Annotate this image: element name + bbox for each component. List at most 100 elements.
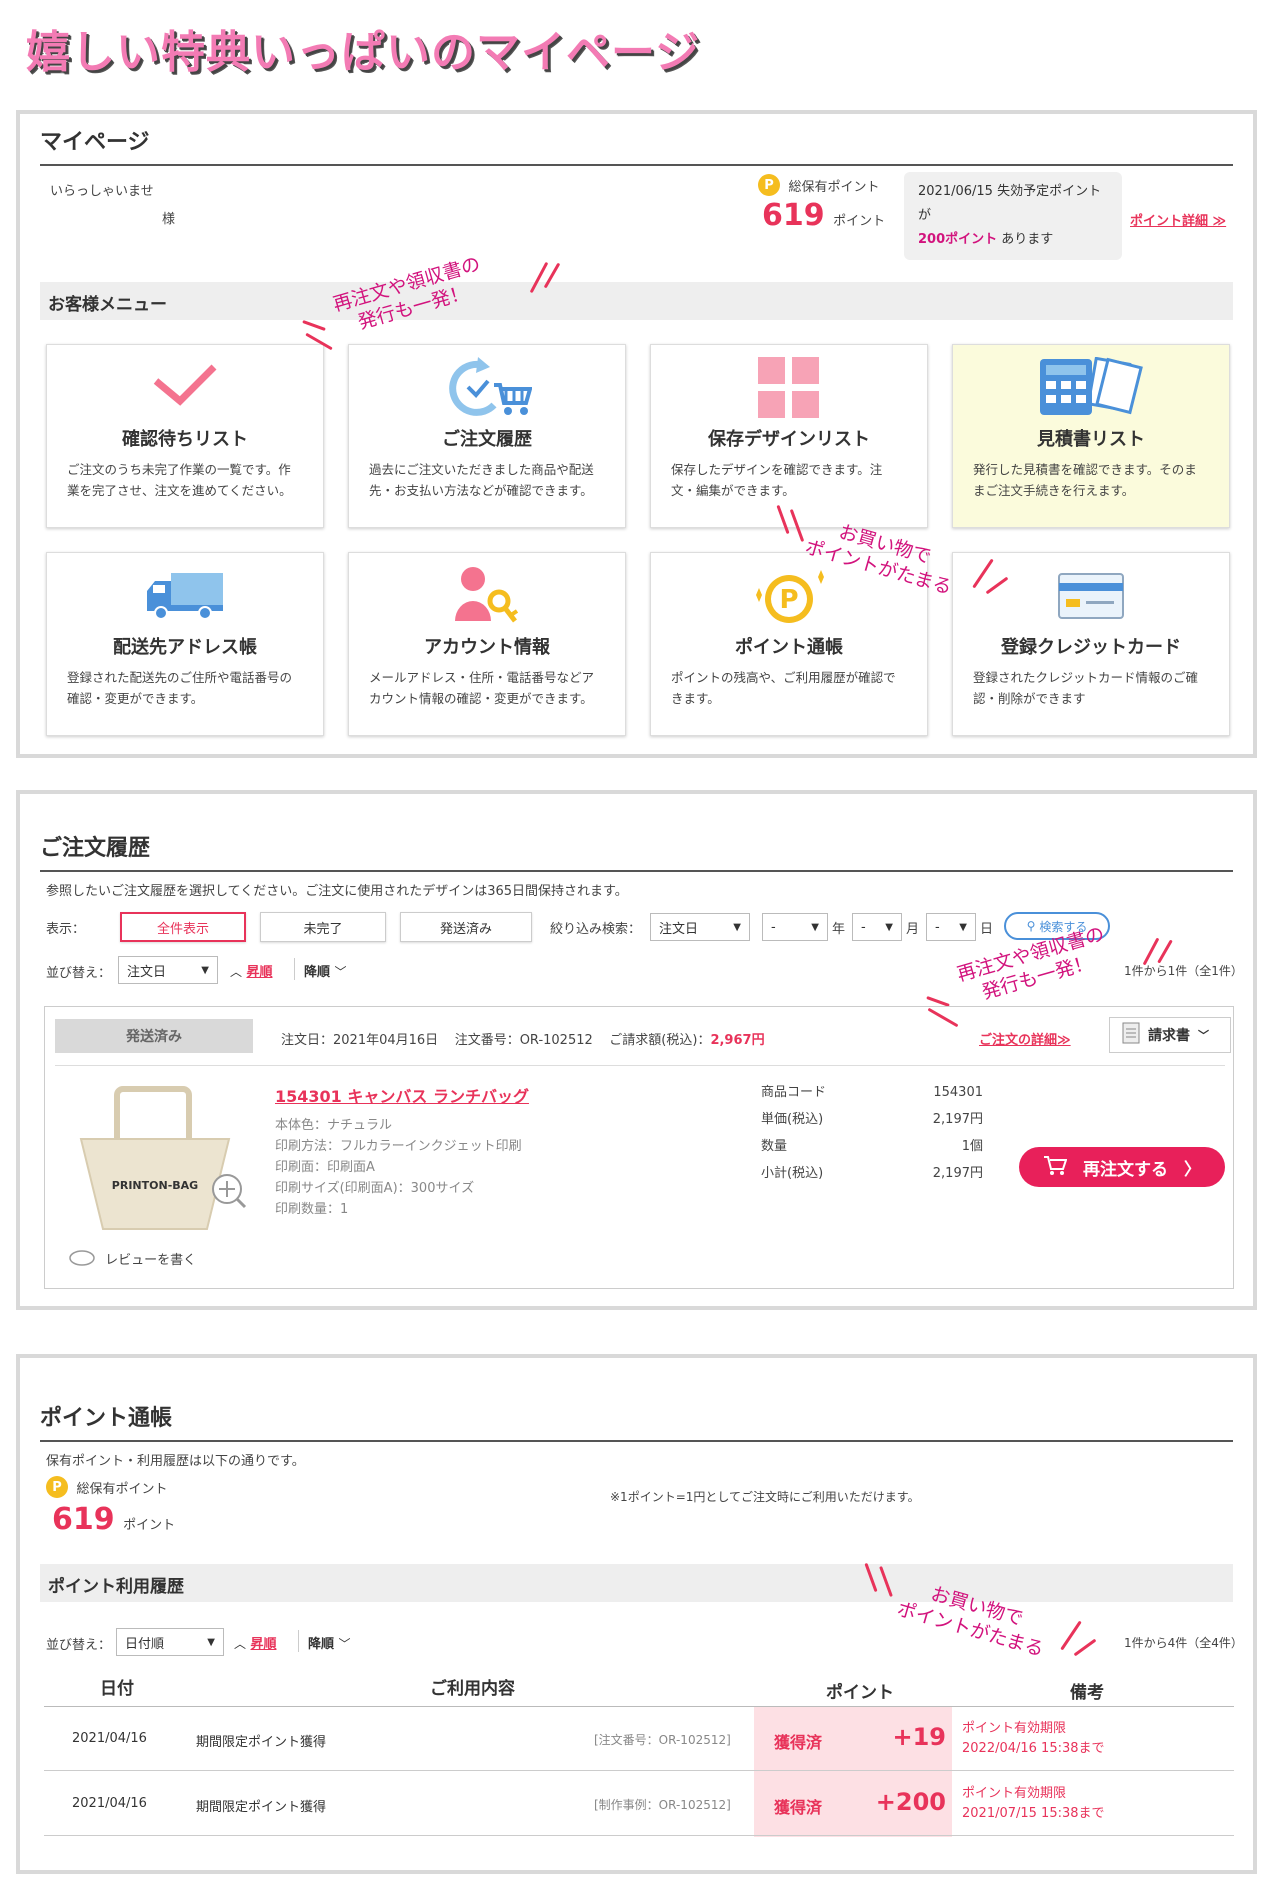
sort-select[interactable]: 注文日 ▼ — [118, 956, 218, 984]
chevron-down-icon: ﹀ — [1198, 1029, 1209, 1042]
person-key-icon — [455, 565, 519, 629]
point-coin-icon: P — [744, 565, 834, 631]
cart-icon — [1043, 1155, 1068, 1180]
order-item: 発送済み 注文日：2021年04月16日 注文番号：OR-102512 ご請求額… — [44, 1006, 1234, 1289]
sort-label: 並び替え： — [46, 966, 112, 981]
page-banner: 嬉しい特典いっぱいのマイページ — [26, 16, 700, 80]
col-header-content: ご利用内容 — [430, 1679, 515, 1699]
sort-desc-button[interactable]: 降順 ﹀ — [308, 1633, 350, 1652]
card-quote-list[interactable]: 見積書リスト 発行した見積書を確認できます。そのままご注文手続きを行えます。 — [952, 344, 1230, 528]
annotation-stroke — [1060, 1620, 1082, 1651]
expiring-points-notice: 2021/06/15 失効予定ポイントが 200ポイント あります — [904, 172, 1122, 260]
svg-text:P: P — [779, 585, 798, 615]
sort-label: 並び替え： — [46, 1638, 112, 1653]
truck-icon — [145, 571, 225, 625]
expire-date: 2021/06/15 — [918, 184, 993, 199]
day-select[interactable]: - ▼ — [926, 913, 976, 941]
month-unit: 月 — [906, 922, 920, 937]
customer-name-suffix: 様 — [162, 212, 176, 227]
day-unit: 日 — [980, 922, 994, 937]
status-earned: 獲得済 — [774, 1733, 823, 1752]
point-book-note: 保有ポイント・利用履歴は以下の通りです。 — [46, 1454, 305, 1469]
points-value: +200 — [875, 1788, 946, 1816]
chevron-up-icon: ︿ — [234, 1637, 247, 1651]
reorder-button[interactable]: 再注文する 〉 — [1019, 1147, 1225, 1187]
order-date: 注文日：2021年04月16日 — [281, 1033, 439, 1048]
point-p-icon: P — [758, 174, 780, 196]
card-credit-cards[interactable]: 登録クレジットカード 登録されたクレジットカード情報のご確認・削除ができます — [952, 552, 1230, 736]
order-detail-link[interactable]: ご注文の詳細≫ — [979, 1029, 1071, 1048]
card-address-book[interactable]: 配送先アドレス帳 登録された配送先のご住所や電話番号の確認・変更ができます。 — [46, 552, 324, 736]
annotation-stroke — [1073, 1638, 1097, 1657]
point-book-title: ポイント通帳 — [40, 1400, 1233, 1442]
welcome-text: いらっしゃいませ — [50, 184, 154, 199]
display-label: 表示： — [46, 922, 86, 937]
remark: ポイント有効期限 2021/07/15 15:38まで — [962, 1786, 1105, 1821]
order-status-badge: 発送済み — [55, 1019, 253, 1053]
result-count: 1件から1件（全1件） — [1124, 964, 1243, 978]
order-history-note: 参照したいご注文履歴を選択してください。ご注文に使用されたデザインは365日間保… — [46, 884, 628, 899]
card-pending-list[interactable]: 確認待ちリスト ご注文のうち未完了作業の一覧です。作業を完了させ、注文を進めてく… — [46, 344, 324, 528]
annotation-reorder-receipt: 再注文や領収書の 発行も一発！ — [330, 252, 483, 334]
product-summary: 商品コード 154301 単価(税込) 2,197円 数量 1個 小計(税込) 2,19… — [761, 1085, 983, 1181]
calculator-icon — [1036, 356, 1146, 421]
divider — [55, 1065, 1225, 1066]
filter-shipped[interactable]: 発送済み — [400, 912, 532, 942]
filter-incomplete[interactable]: 未完了 — [260, 912, 386, 942]
cart-history-icon — [442, 355, 533, 425]
order-number: 注文番号：OR-102512 — [454, 1033, 593, 1048]
product-specs: 本体色：ナチュラル 印刷方法：フルカラーインクジェット印刷 印刷面：印刷面A 印… — [275, 1118, 522, 1217]
chevron-right-icon: 〉 — [1184, 1159, 1201, 1180]
points-value: +19 — [892, 1723, 946, 1751]
result-count: 1件から4件（全4件） — [1124, 1636, 1243, 1650]
col-header-date: 日付 — [100, 1679, 134, 1699]
mypage-panel: マイページ いらっしゃいませ 様 P 総保有ポイント 619 ポイント 2021… — [16, 110, 1257, 758]
order-meta: 注文日：2021年04月16日 注文番号：OR-102512 ご請求額(税込)：… — [281, 1033, 765, 1048]
table-row: 2021/04/16 期間限定ポイント獲得 [注文番号：OR-102512] 獲… — [44, 1707, 1234, 1771]
product-image[interactable]: PRINTON-BAG — [67, 1079, 247, 1243]
total-points-label: P 総保有ポイント — [758, 174, 879, 196]
sort-desc-button[interactable]: 降順 ﹀ — [304, 961, 346, 980]
month-select[interactable]: - ▼ — [852, 913, 902, 941]
banner-title: 嬉しい特典いっぱいのマイページ — [26, 27, 701, 78]
credit-card-icon — [1058, 573, 1124, 623]
total-points-value: 619 — [762, 198, 825, 233]
customer-menu-heading: お客様メニュー — [40, 282, 1233, 320]
bag-print-text: PRINTON-BAG — [112, 1179, 198, 1192]
product-name-link[interactable]: 154301 キャンバス ランチバッグ — [275, 1083, 529, 1107]
card-saved-designs[interactable]: 保存デザインリスト 保存したデザインを確認できます。注文・編集ができます。 — [650, 344, 928, 528]
mypage-title: マイページ — [40, 124, 1233, 166]
chevron-down-icon: ﹀ — [338, 1637, 351, 1651]
card-account-info[interactable]: アカウント情報 メールアドレス・住所・電話番号などアカウント情報の確認・変更がで… — [348, 552, 626, 736]
annotation-stroke — [1157, 939, 1173, 964]
sort-select[interactable]: 日付順 ▼ — [116, 1628, 224, 1656]
year-select[interactable]: - ▼ — [762, 913, 828, 941]
speech-bubble-icon — [69, 1250, 99, 1271]
search-field-select[interactable]: 注文日 ▼ — [650, 913, 750, 941]
total-points-label: P 総保有ポイント — [46, 1476, 167, 1498]
card-order-history[interactable]: ご注文履歴 過去にご注文いただきました商品や配送先・お支払い方法などが確認できま… — [348, 344, 626, 528]
total-points-value: 619 — [52, 1502, 115, 1537]
chevron-up-icon: ︿ — [230, 965, 243, 979]
check-icon — [150, 359, 220, 413]
search-label: 絞り込み検索： — [550, 922, 642, 937]
point-book-panel: ポイント通帳 保有ポイント・利用履歴は以下の通りです。 P 総保有ポイント 61… — [16, 1354, 1257, 1874]
order-amount: 2,967円 — [710, 1033, 765, 1048]
sort-asc-button[interactable]: ︿ 昇順 — [230, 961, 272, 980]
status-earned: 獲得済 — [774, 1798, 823, 1817]
sort-asc-button[interactable]: ︿ 昇順 — [234, 1633, 276, 1652]
point-detail-link[interactable]: ポイント詳細 ≫ — [1130, 210, 1226, 229]
order-history-panel: ご注文履歴 参照したいご注文履歴を選択してください。ご注文に使用されたデザインは… — [16, 790, 1257, 1310]
annotation-stroke — [302, 319, 326, 332]
write-review-link[interactable]: レビューを書く — [69, 1249, 196, 1271]
document-icon — [1122, 1022, 1140, 1048]
filter-all[interactable]: 全件表示 — [120, 912, 246, 942]
chevron-down-icon: ﹀ — [334, 965, 347, 979]
grid-icon — [758, 357, 820, 423]
col-header-points: ポイント — [826, 1683, 894, 1703]
point-p-icon: P — [46, 1476, 68, 1498]
invoice-button[interactable]: 請求書 ﹀ — [1109, 1017, 1231, 1053]
col-header-remarks: 備考 — [1070, 1683, 1104, 1703]
search-icon: ⚲ — [1026, 919, 1036, 933]
table-row: 2021/04/16 期間限定ポイント獲得 [制作事例：OR-102512] 獲… — [44, 1772, 1234, 1836]
